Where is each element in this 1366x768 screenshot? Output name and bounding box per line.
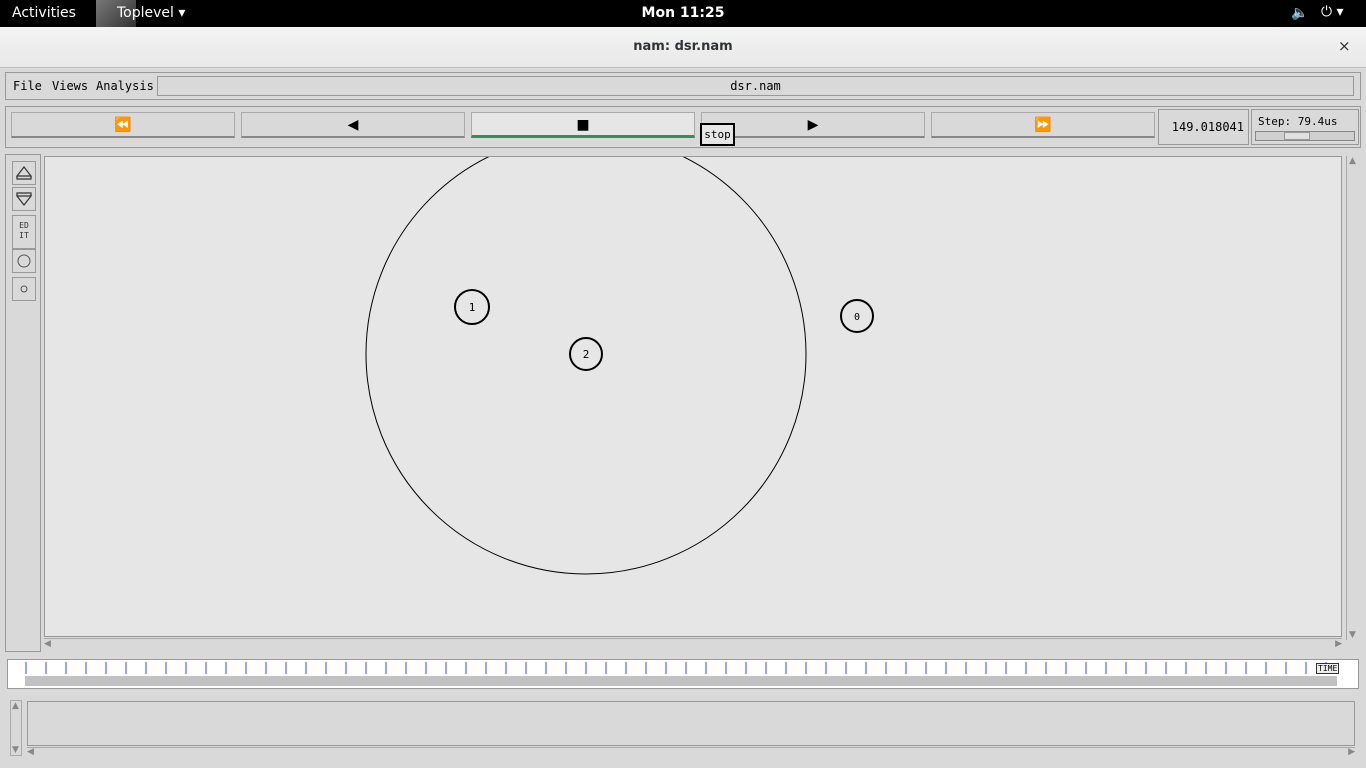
scroll-left-icon[interactable]: ◀	[27, 747, 34, 757]
menu-views[interactable]: Views	[52, 79, 88, 93]
scroll-right-icon[interactable]: ▶	[1348, 747, 1355, 757]
volume-icon[interactable]: 🔈	[1291, 5, 1308, 21]
menu-file[interactable]: File	[13, 79, 42, 93]
scroll-up-icon[interactable]: ▲	[1349, 156, 1356, 166]
small-node-icon[interactable]	[12, 277, 36, 301]
close-icon[interactable]: ×	[1338, 37, 1351, 55]
timeline-slider[interactable]: TIME	[7, 659, 1359, 689]
node-2[interactable]: 2	[569, 337, 603, 371]
scroll-up-icon[interactable]: ▲	[12, 701, 19, 711]
rewind-button[interactable]: ⏪	[11, 112, 235, 138]
scroll-right-icon[interactable]: ▶	[1335, 639, 1342, 649]
activities-button[interactable]: Activities	[12, 5, 76, 21]
menu-analysis[interactable]: Analysis	[96, 79, 154, 93]
zoom-in-icon[interactable]	[12, 161, 36, 185]
step-slider[interactable]	[1255, 131, 1355, 141]
node-0[interactable]: 0	[840, 299, 874, 333]
step-back-button[interactable]: ◀	[241, 112, 465, 138]
clock-container: Mon 11:25	[0, 5, 1366, 21]
window-title: nam: dsr.nam	[633, 39, 733, 54]
fast-forward-button[interactable]: ⏩	[931, 112, 1155, 138]
scroll-down-icon[interactable]: ▼	[1349, 630, 1356, 640]
step-label: Step: 79.4us	[1258, 115, 1338, 128]
time-display: 149.018041	[1158, 109, 1249, 145]
top-panel: Activities Toplevel ▾ Mon 11:25 🔈 ⏻ ▾	[0, 0, 1366, 27]
annotation-horizontal-scrollbar[interactable]: ◀ ▶	[27, 747, 1355, 757]
window-titlebar: nam: dsr.nam ×	[0, 27, 1366, 68]
step-control: Step: 79.4us	[1251, 109, 1359, 145]
network-canvas[interactable]: 1 2 0	[44, 156, 1342, 637]
scroll-down-icon[interactable]: ▼	[12, 745, 19, 755]
clock[interactable]: Mon 11:25	[642, 5, 725, 21]
edit-button[interactable]: ED IT	[12, 215, 36, 249]
canvas-horizontal-scrollbar[interactable]: ◀ ▶	[44, 638, 1342, 650]
stop-button[interactable]: ■	[471, 112, 695, 138]
stop-tooltip: stop	[700, 123, 735, 146]
menubar: File Views Analysis dsr.nam	[5, 72, 1361, 100]
large-node-icon[interactable]	[12, 249, 36, 273]
node-label: 1	[469, 301, 476, 314]
canvas-vertical-scrollbar[interactable]: ▲ ▼	[1346, 156, 1360, 640]
step-slider-thumb[interactable]	[1284, 132, 1310, 140]
tool-sidebar: ED IT	[5, 154, 41, 652]
power-icon[interactable]: ⏻ ▾	[1321, 4, 1344, 20]
scroll-left-icon[interactable]: ◀	[44, 639, 51, 649]
node-label: 2	[583, 348, 590, 361]
time-label: TIME	[1316, 663, 1340, 674]
node-label: 0	[854, 312, 860, 323]
transmission-range-circle	[365, 157, 807, 575]
annotation-pane[interactable]	[27, 701, 1355, 746]
filename-display: dsr.nam	[157, 76, 1354, 96]
app-menu[interactable]: Toplevel ▾	[117, 5, 185, 21]
annotation-vertical-scrollbar[interactable]: ▲ ▼	[10, 700, 22, 756]
node-1[interactable]: 1	[454, 289, 490, 325]
zoom-out-icon[interactable]	[12, 187, 36, 211]
